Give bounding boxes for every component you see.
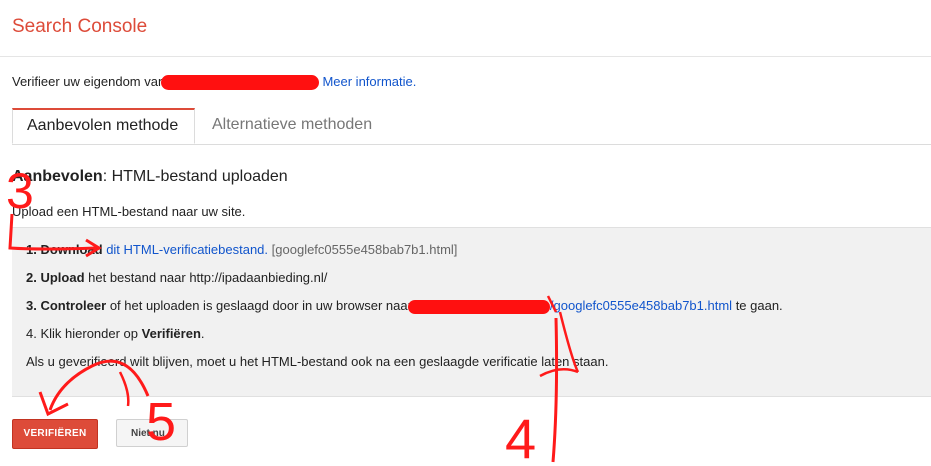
- redacted-url: [407, 299, 550, 314]
- step2-label: 2. Upload: [26, 270, 85, 285]
- step-check: 3. Controleer of het uploaden is geslaag…: [26, 298, 783, 314]
- redacted-domain: [160, 75, 319, 91]
- verify-prefix: Verifieer uw eigendom van: [12, 74, 166, 89]
- upload-description: Upload een HTML-bestand naar uw site.: [12, 204, 246, 219]
- method-tabs: Aanbevolen methode Alternatieve methoden: [12, 108, 931, 145]
- section-title-rest: : HTML-bestand uploaden: [102, 168, 288, 185]
- verification-file-link[interactable]: dit HTML-verificatiebestand.: [106, 242, 268, 257]
- step-download: 1. Download dit HTML-verificatiebestand.…: [26, 242, 457, 257]
- step4-bold: Verifiëren: [141, 326, 201, 341]
- more-info-link[interactable]: Meer informatie.: [322, 74, 416, 89]
- section-title-bold: Aanbevolen: [12, 168, 103, 185]
- section-title: Aanbevolen: HTML-bestand uploaden: [12, 168, 288, 186]
- tab-alternative-methods[interactable]: Alternatieve methoden: [198, 108, 386, 142]
- step4-prefix: 4. Klik hieronder op: [26, 326, 139, 341]
- tab-recommended-method[interactable]: Aanbevolen methode: [12, 108, 195, 144]
- step3-end: te gaan.: [735, 298, 783, 313]
- steps-box: 1. Download dit HTML-verificatiebestand.…: [12, 227, 931, 397]
- app-title: Search Console: [12, 16, 148, 37]
- step3-text: of het uploaden is geslaagd door in uw b…: [109, 298, 412, 313]
- verify-ownership-line: Verifieer uw eigendom van Meer informati…: [12, 74, 416, 91]
- step4-end: .: [200, 326, 205, 341]
- retention-note: Als u geverifieerd wilt blijven, moet u …: [26, 354, 609, 369]
- verify-button[interactable]: VERIFIËREN: [12, 419, 98, 449]
- step3-label: 3. Controleer: [26, 298, 107, 313]
- step-verify: 4. Klik hieronder op Verifiëren.: [26, 326, 205, 341]
- check-file-link[interactable]: /googlefc0555e458bab7b1.html: [550, 298, 732, 313]
- not-now-button[interactable]: Niet nu: [116, 419, 188, 447]
- top-bar: Search Console: [0, 0, 931, 57]
- step-upload: 2. Upload het bestand naar http://ipadaa…: [26, 270, 327, 285]
- step1-label: 1. Download: [26, 242, 103, 257]
- step2-text: het bestand naar http://ipadaanbieding.n…: [88, 270, 328, 285]
- annotation-number-4: 4: [505, 407, 536, 466]
- verification-file-name: [googlefc0555e458bab7b1.html]: [271, 242, 458, 257]
